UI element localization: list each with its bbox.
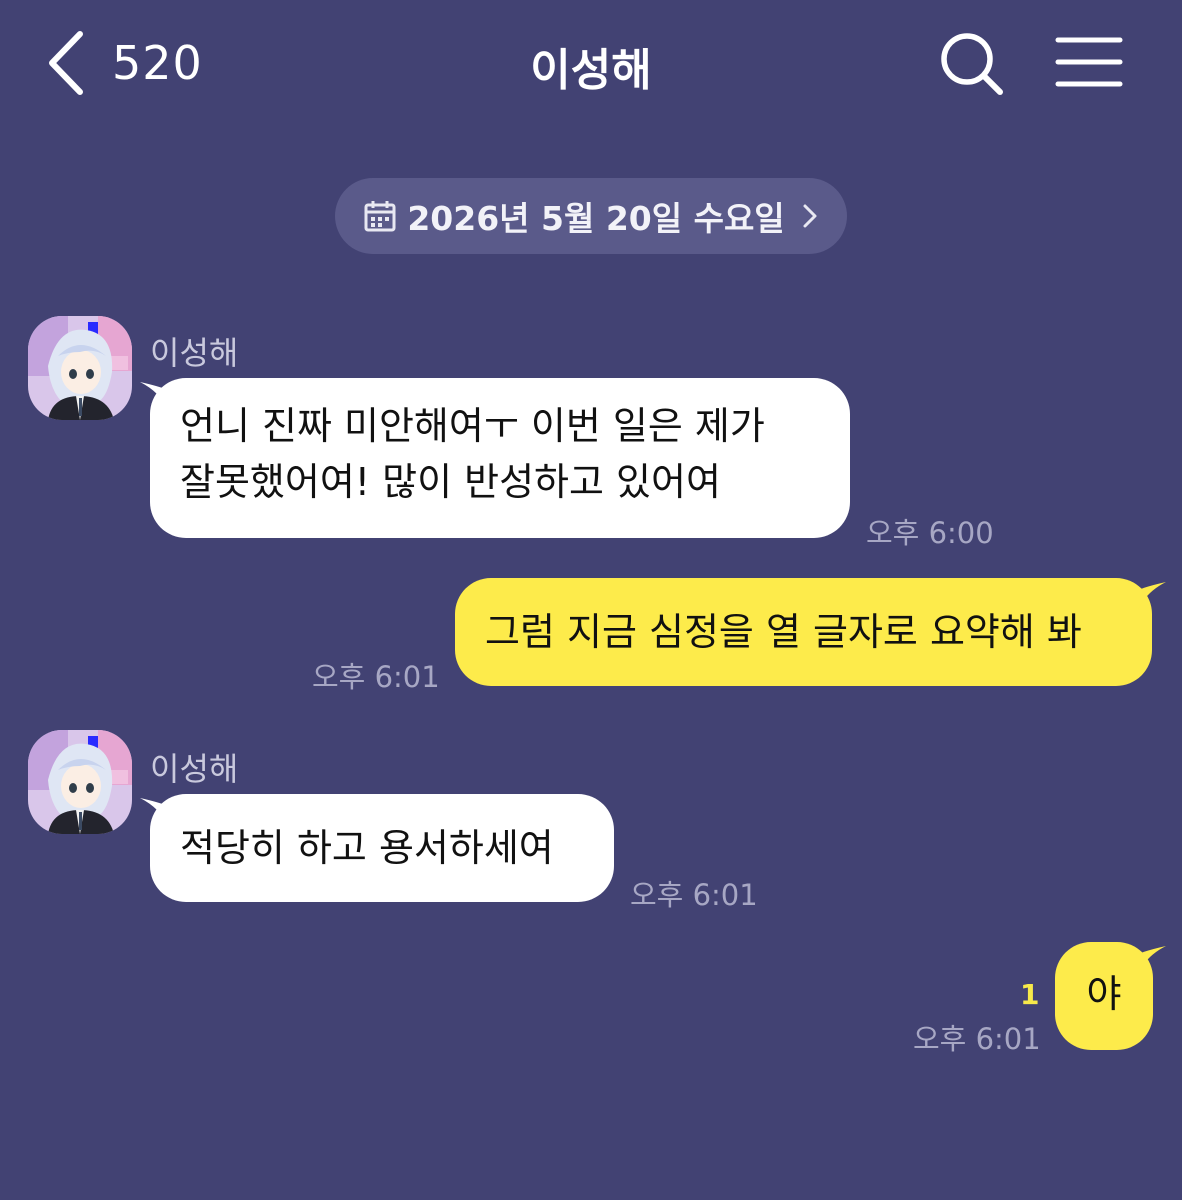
message-text-line: 잘못했어여! 많이 반성하고 있어여 [180, 460, 721, 504]
message-text-line: 언니 진짜 미안해여ㅜ 이번 일은 제가 [180, 404, 765, 448]
date-divider[interactable]: 2026년 5월 20일 수요일 [335, 178, 847, 254]
back-button[interactable]: 520 [40, 28, 220, 98]
chevron-left-icon [49, 31, 83, 95]
message-text: 그럼 지금 심정을 열 글자로 요약해 봐 [485, 610, 1082, 654]
message-bubble[interactable]: 적당히 하고 용서하세여 [150, 794, 614, 902]
message-time: 오후 6:00 [866, 516, 994, 550]
message-time: 오후 6:01 [630, 878, 758, 912]
calendar-icon [364, 201, 396, 232]
message-bubble[interactable]: 언니 진짜 미안해여ㅜ 이번 일은 제가 잘못했어여! 많이 반성하고 있어여 [150, 378, 850, 538]
sender-name: 이성해 [150, 750, 239, 788]
avatar[interactable] [28, 316, 132, 420]
avatar[interactable] [28, 730, 132, 834]
unread-count: 1 [1020, 978, 1040, 1011]
hamburger-menu-icon [1055, 37, 1123, 87]
chat-screen: 520 이성해 2026년 5월 20일 수요일 이성해 언니 진짜 미안해여ㅜ… [0, 0, 1182, 1200]
search-button[interactable] [938, 30, 1006, 98]
message-text: 야 [1086, 972, 1122, 1016]
profile-picture [28, 730, 132, 834]
message-bubble[interactable]: 그럼 지금 심정을 열 글자로 요약해 봐 [455, 578, 1152, 686]
chevron-right-icon [803, 204, 817, 228]
date-text: 2026년 5월 20일 수요일 [407, 199, 785, 238]
bubble-tail [1138, 946, 1166, 974]
sender-name: 이성해 [150, 334, 239, 372]
bubble-tail [1138, 582, 1166, 610]
message-text: 적당히 하고 용서하세여 [180, 826, 554, 870]
chat-title: 이성해 [530, 45, 652, 96]
menu-button[interactable] [1054, 32, 1124, 92]
unread-chat-count: 520 [112, 36, 203, 90]
search-icon [941, 33, 1003, 95]
profile-picture [28, 316, 132, 420]
message-time: 오후 6:01 [312, 660, 440, 694]
message-time: 오후 6:01 [913, 1022, 1041, 1056]
